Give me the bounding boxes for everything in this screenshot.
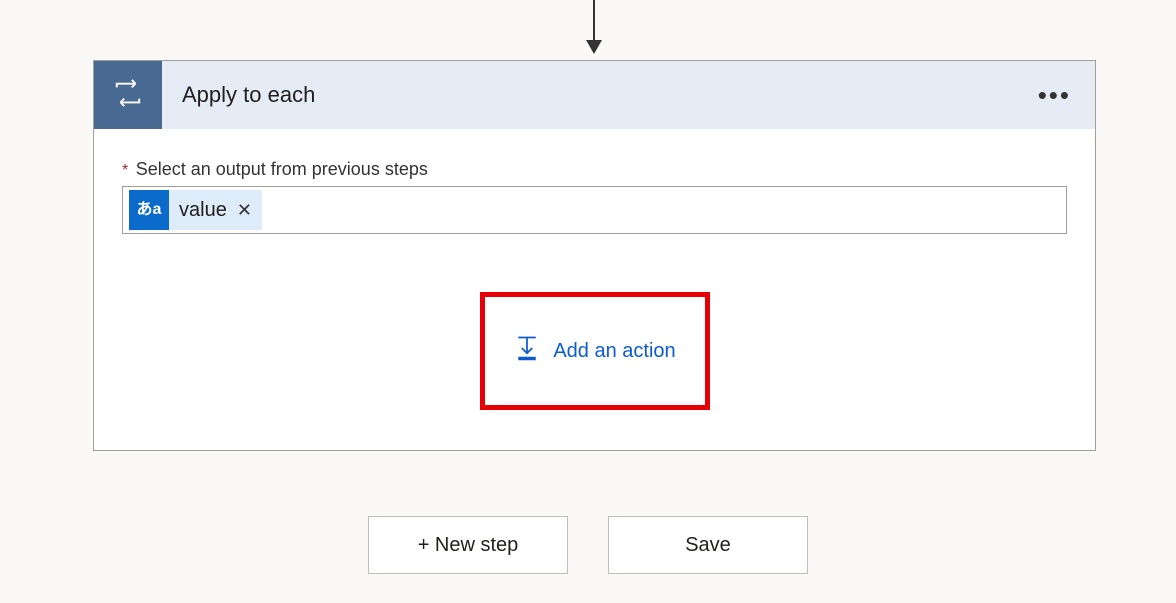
- new-step-button[interactable]: + New step: [368, 516, 568, 574]
- field-label-row: * Select an output from previous steps: [122, 159, 1067, 180]
- add-action-label: Add an action: [553, 340, 675, 363]
- token-remove-button[interactable]: ✕: [237, 201, 252, 219]
- add-action-button[interactable]: Add an action: [513, 334, 675, 368]
- translate-icon: あ a: [129, 190, 169, 230]
- translate-icon-a: あ: [137, 202, 153, 218]
- arrow-line: [593, 0, 595, 40]
- translate-icon-b: a: [153, 202, 162, 218]
- bottom-buttons: + New step Save: [0, 516, 1176, 574]
- loop-icon: [113, 78, 143, 113]
- loop-icon-box: [94, 61, 162, 129]
- token-label: value: [179, 199, 227, 222]
- step-header[interactable]: Apply to each •••: [94, 61, 1095, 129]
- save-button[interactable]: Save: [608, 516, 808, 574]
- value-token[interactable]: あ a value ✕: [129, 190, 262, 230]
- field-label: Select an output from previous steps: [136, 159, 428, 179]
- apply-to-each-card: Apply to each ••• * Select an output fro…: [93, 60, 1096, 451]
- add-action-highlight: Add an action: [480, 292, 710, 410]
- insert-action-icon: [513, 334, 541, 368]
- output-input[interactable]: あ a value ✕: [122, 186, 1067, 234]
- step-title: Apply to each: [162, 82, 1030, 108]
- arrow-connector: [593, 0, 595, 58]
- step-body: * Select an output from previous steps あ…: [94, 129, 1095, 450]
- more-options-button[interactable]: •••: [1030, 80, 1079, 111]
- arrow-head-icon: [586, 40, 602, 54]
- required-asterisk: *: [122, 162, 128, 179]
